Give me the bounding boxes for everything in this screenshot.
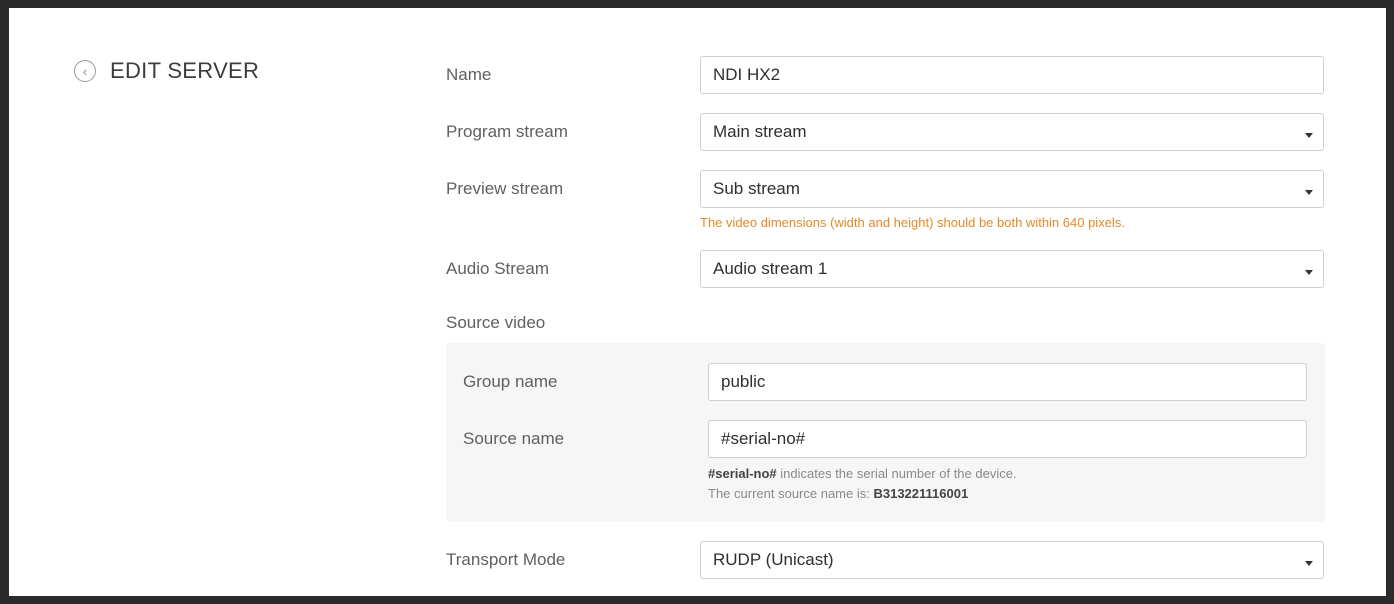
group-name-value: public	[721, 372, 766, 391]
dropdown-caret-icon	[1305, 133, 1313, 138]
source-name-label: Source name	[463, 429, 565, 448]
preview-stream-label: Preview stream	[446, 179, 564, 198]
program-stream-value: Main stream	[713, 122, 807, 141]
current-source-value: B313221116001	[873, 486, 969, 501]
program-stream-label: Program stream	[446, 122, 568, 141]
page-title: EDIT SERVER	[110, 58, 260, 83]
group-name-label: Group name	[463, 372, 558, 391]
source-video-panel: Group name public Source name #serial-no…	[446, 343, 1325, 522]
program-stream-select[interactable]: Main stream	[700, 113, 1324, 151]
serial-note-text: indicates the serial number of the devic…	[776, 466, 1017, 481]
serial-token: #serial-no#	[708, 466, 777, 481]
source-name-input[interactable]: #serial-no#	[708, 420, 1307, 458]
audio-stream-select[interactable]: Audio stream 1	[700, 250, 1324, 288]
dropdown-caret-icon	[1305, 190, 1313, 195]
preview-stream-value: Sub stream	[713, 179, 800, 198]
audio-stream-value: Audio stream 1	[713, 259, 828, 278]
dropdown-caret-icon	[1305, 270, 1313, 275]
current-source-prefix: The current source name is:	[708, 486, 874, 501]
source-name-note: #serial-no# indicates the serial number …	[708, 466, 1017, 481]
edit-server-page: ‹ EDIT SERVER Name NDI HX2 Program strea…	[9, 8, 1386, 596]
transport-mode-label: Transport Mode	[446, 550, 566, 569]
group-name-input[interactable]: public	[708, 363, 1307, 401]
transport-mode-select[interactable]: RUDP (Unicast)	[700, 541, 1324, 579]
preview-stream-hint: The video dimensions (width and height) …	[700, 215, 1125, 230]
source-name-value: #serial-no#	[721, 429, 806, 448]
name-input-value: NDI HX2	[713, 65, 781, 84]
name-input[interactable]: NDI HX2	[700, 56, 1324, 94]
transport-mode-value: RUDP (Unicast)	[713, 550, 834, 569]
audio-stream-label: Audio Stream	[446, 259, 549, 278]
preview-stream-select[interactable]: Sub stream	[700, 170, 1324, 208]
back-arrow-icon[interactable]: ‹	[74, 60, 96, 82]
page-header: ‹ EDIT SERVER	[74, 58, 259, 84]
name-label: Name	[446, 65, 492, 84]
current-source-name-note: The current source name is: B31322111600…	[708, 486, 968, 501]
dropdown-caret-icon	[1305, 561, 1313, 566]
source-video-label: Source video	[446, 313, 546, 332]
